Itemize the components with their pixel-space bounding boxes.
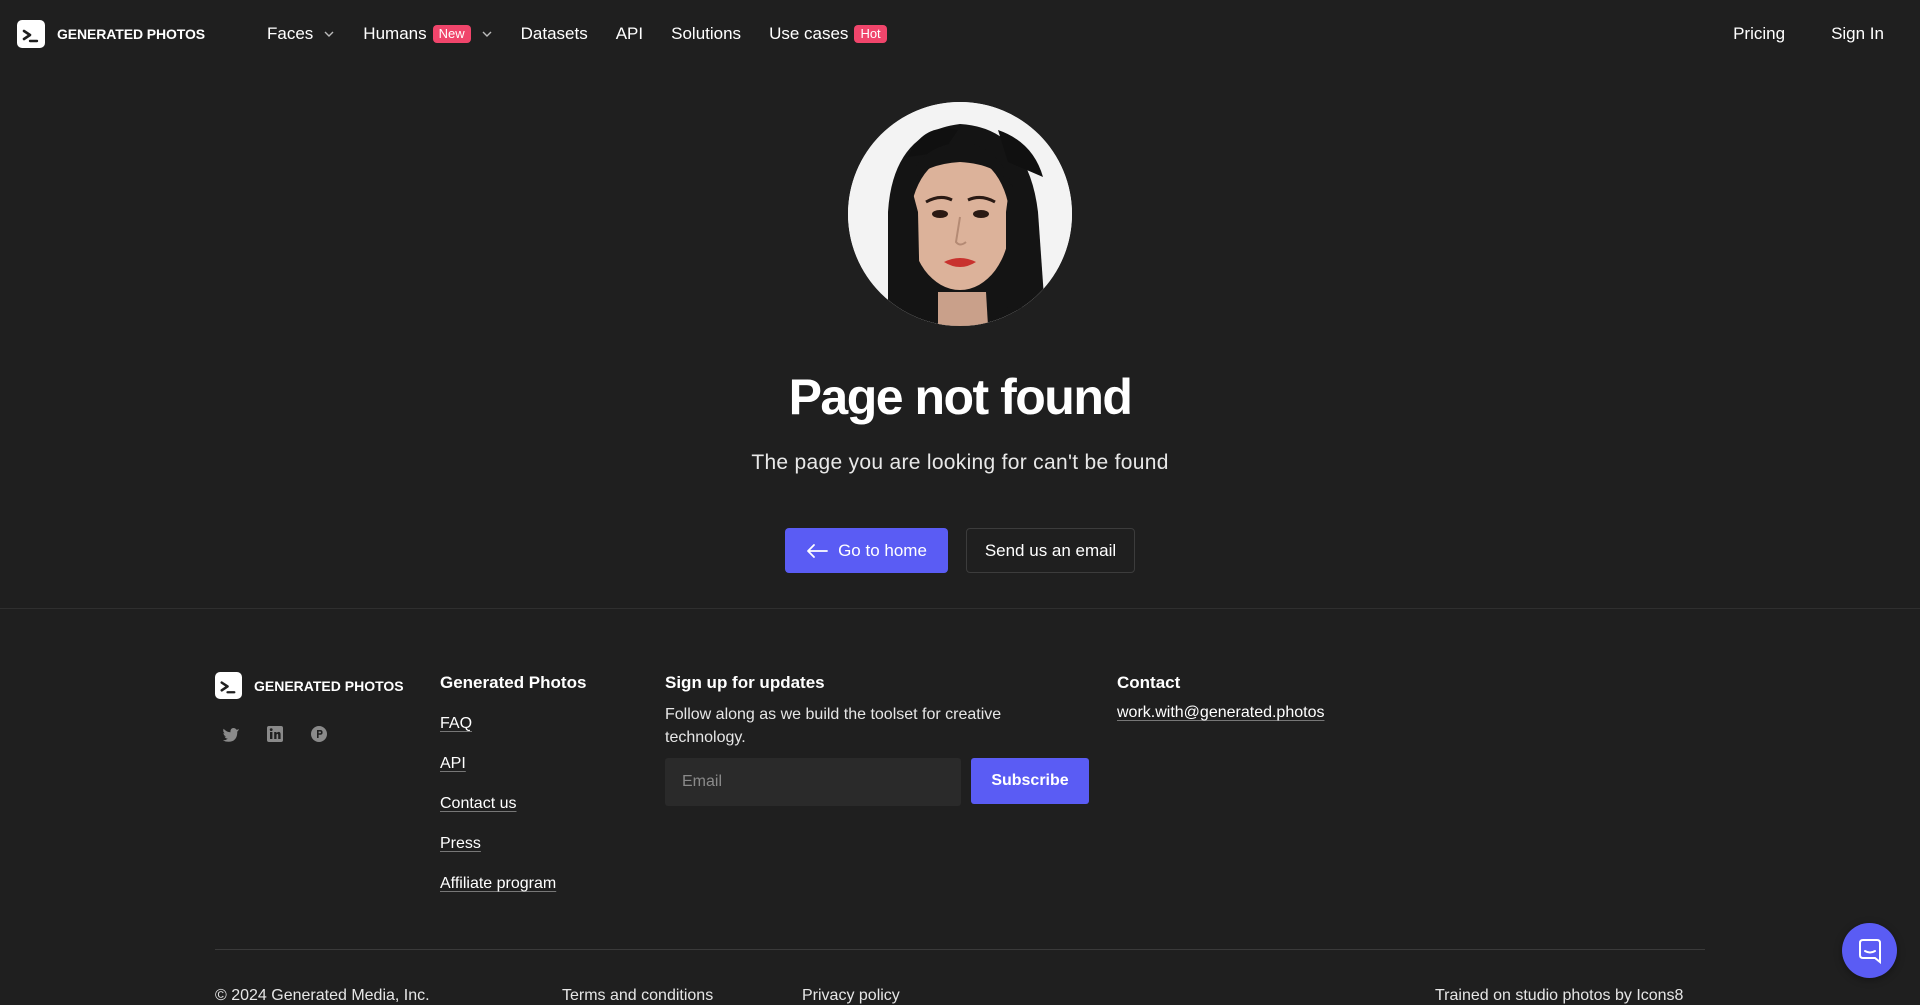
nav-item-faces[interactable]: Faces xyxy=(267,24,335,44)
brand-name: GENERATED PHOTOS xyxy=(57,26,206,42)
copyright-text: © 2024 Generated Media, Inc. xyxy=(215,987,430,1004)
pricing-link[interactable]: Pricing xyxy=(1733,24,1785,44)
signup-title: Sign up for updates xyxy=(665,673,825,692)
chat-icon xyxy=(1858,938,1881,964)
contact-us-link[interactable]: Contact us xyxy=(440,793,556,815)
nav-item-label: Humans xyxy=(363,24,427,43)
go-to-home-label: Go to home xyxy=(838,540,927,560)
sign-in-link[interactable]: Sign In xyxy=(1831,24,1884,44)
email-input[interactable] xyxy=(665,758,961,806)
main-nav: Faces Humans New Datasets API Solutions … xyxy=(267,0,915,68)
logo-mark-icon xyxy=(17,20,45,48)
nav-item-label: API xyxy=(615,24,644,43)
footer-col-generated-photos-title: Generated Photos xyxy=(440,673,587,692)
terms-link[interactable]: Terms and conditions xyxy=(562,987,713,1005)
social-links xyxy=(221,724,329,744)
nav-item-datasets[interactable]: Datasets xyxy=(521,24,588,44)
api-link[interactable]: API xyxy=(440,753,556,775)
logo-mark-icon xyxy=(215,672,242,699)
nav-item-label: Use cases xyxy=(769,24,849,43)
contact-title: Contact xyxy=(1117,673,1181,692)
producthunt-icon[interactable] xyxy=(309,724,329,744)
press-link[interactable]: Press xyxy=(440,833,556,855)
arrow-left-icon xyxy=(807,543,828,558)
face-avatar xyxy=(848,102,1072,326)
footer-divider xyxy=(215,949,1705,950)
twitter-icon[interactable] xyxy=(221,724,241,744)
chevron-down-icon xyxy=(324,31,334,37)
nav-item-label: Datasets xyxy=(520,24,588,43)
contact-email-link[interactable]: work.with@generated.photos xyxy=(1117,704,1324,722)
footer-links: FAQ API Contact us Press Affiliate progr… xyxy=(440,713,556,895)
send-email-button[interactable]: Send us an email xyxy=(966,528,1135,573)
nav-item-solutions[interactable]: Solutions xyxy=(671,24,741,44)
header-actions: Pricing Sign In xyxy=(1733,0,1884,68)
chat-widget-button[interactable] xyxy=(1842,923,1897,978)
linkedin-icon[interactable] xyxy=(265,724,285,744)
brand-logo[interactable]: GENERATED PHOTOS xyxy=(17,20,205,48)
nav-item-label: Faces xyxy=(267,24,314,43)
affiliate-program-link[interactable]: Affiliate program xyxy=(440,873,556,895)
top-header: GENERATED PHOTOS Faces Humans New Datase… xyxy=(0,0,1920,68)
trained-on-icons8-link[interactable]: Trained on studio photos by Icons8 xyxy=(1435,987,1683,1005)
new-badge: New xyxy=(432,25,471,43)
subscribe-button[interactable]: Subscribe xyxy=(971,758,1089,804)
chevron-down-icon xyxy=(482,31,492,37)
nav-item-humans[interactable]: Humans New xyxy=(363,24,492,44)
nav-item-api[interactable]: API xyxy=(616,24,643,44)
privacy-link[interactable]: Privacy policy xyxy=(802,987,900,1005)
go-to-home-button[interactable]: Go to home xyxy=(785,528,948,573)
nav-item-label: Solutions xyxy=(671,24,742,43)
page-title: Page not found xyxy=(788,369,1133,425)
signup-description: Follow along as we build the toolset for… xyxy=(665,706,1002,746)
face-portrait-image xyxy=(848,102,1072,326)
faq-link[interactable]: FAQ xyxy=(440,713,556,735)
footer-brand-name: GENERATED PHOTOS xyxy=(254,677,404,694)
hot-badge: Hot xyxy=(854,25,887,43)
footer-brand-logo[interactable]: GENERATED PHOTOS xyxy=(215,672,404,699)
page-subtitle: The page you are looking for can't be fo… xyxy=(751,451,1169,474)
nav-item-use-cases[interactable]: Use cases Hot xyxy=(769,24,887,44)
section-divider xyxy=(0,608,1920,609)
